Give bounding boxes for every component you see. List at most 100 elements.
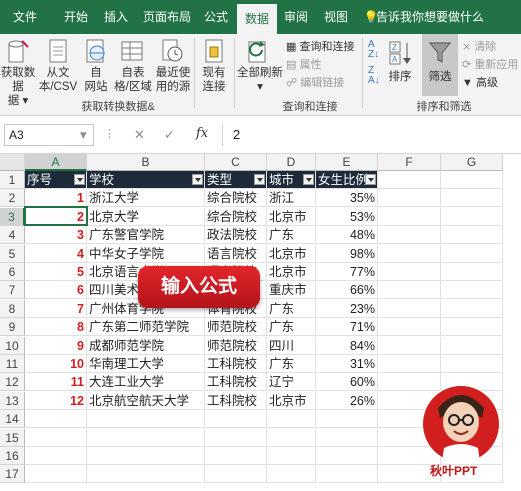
empty-cell[interactable]	[87, 410, 205, 429]
filter-dropdown-icon[interactable]	[303, 174, 314, 185]
refresh-all-button[interactable]: 全部刷新 ▾	[236, 66, 284, 94]
table-cell[interactable]: 工科院校	[205, 391, 267, 410]
table-cell[interactable]: 北京市	[267, 263, 316, 281]
sort-ascending-icon[interactable]: A Z↓	[368, 40, 379, 60]
table-cell[interactable]: 84%	[316, 336, 378, 355]
table-cell[interactable]: 中华女子学院	[87, 244, 205, 263]
table-cell[interactable]: 北京市	[267, 207, 316, 226]
table-cell[interactable]: 综合院校	[205, 207, 267, 226]
table-cell[interactable]: 26%	[316, 391, 378, 410]
table-cell[interactable]: 广东第二师范学院	[87, 318, 205, 337]
empty-cell[interactable]	[441, 207, 503, 226]
empty-cell[interactable]	[205, 447, 267, 465]
column-header-d[interactable]: D	[267, 154, 316, 171]
table-cell[interactable]: 北京大学	[87, 207, 205, 226]
table-cell[interactable]: 8	[25, 318, 87, 337]
advanced-filter-button[interactable]: ▼ 高级	[462, 74, 498, 90]
table-cell[interactable]: 广东	[267, 299, 316, 318]
get-data-button[interactable]: 获取数据据 ▾	[0, 66, 36, 108]
empty-cell[interactable]	[441, 318, 503, 337]
empty-cell[interactable]	[316, 447, 378, 465]
empty-cell[interactable]	[378, 189, 441, 208]
table-cell[interactable]: 66%	[316, 281, 378, 300]
tab-data[interactable]: 数据	[237, 4, 277, 34]
properties-button[interactable]: ▤ 属性	[286, 56, 321, 72]
empty-cell[interactable]	[378, 299, 441, 318]
column-header-g[interactable]: G	[441, 154, 503, 171]
table-header-cell[interactable]: 序号	[25, 171, 87, 189]
row-header-10[interactable]: 10	[0, 336, 25, 355]
table-cell[interactable]: 北京市	[267, 244, 316, 263]
table-header-cell[interactable]: 城市	[267, 171, 316, 189]
empty-cell[interactable]	[25, 428, 87, 447]
empty-cell[interactable]	[441, 226, 503, 245]
from-csv-button[interactable]: 从文 本/CSV	[38, 66, 78, 94]
empty-cell[interactable]	[87, 447, 205, 465]
empty-cell[interactable]	[205, 428, 267, 447]
filter-dropdown-icon[interactable]	[192, 174, 203, 185]
table-cell[interactable]: 71%	[316, 318, 378, 337]
filter-dropdown-icon[interactable]	[365, 174, 376, 185]
row-header-3[interactable]: 3	[0, 207, 25, 226]
row-header-6[interactable]: 6	[0, 263, 25, 281]
empty-cell[interactable]	[316, 428, 378, 447]
insert-function-button[interactable]: fx	[196, 126, 208, 141]
column-header-e[interactable]: E	[316, 154, 378, 171]
table-cell[interactable]: 华南理工大学	[87, 355, 205, 373]
from-table-button[interactable]: 自表 格/区域	[114, 66, 152, 94]
table-cell[interactable]: 广东	[267, 318, 316, 337]
reapply-button[interactable]: ⟳ 重新应用	[462, 56, 518, 72]
empty-cell[interactable]	[441, 171, 503, 189]
table-cell[interactable]: 师范院校	[205, 318, 267, 337]
table-cell[interactable]: 1	[25, 189, 87, 208]
empty-cell[interactable]	[378, 336, 441, 355]
empty-cell[interactable]	[267, 428, 316, 447]
table-header-cell[interactable]: 学校	[87, 171, 205, 189]
tab-review[interactable]: 审阅	[280, 0, 312, 34]
empty-cell[interactable]	[87, 428, 205, 447]
empty-cell[interactable]	[441, 244, 503, 263]
empty-cell[interactable]	[441, 336, 503, 355]
table-cell[interactable]: 60%	[316, 373, 378, 392]
table-cell[interactable]: 重庆市	[267, 281, 316, 300]
table-cell[interactable]: 77%	[316, 263, 378, 281]
table-cell[interactable]: 7	[25, 299, 87, 318]
tab-home[interactable]: 开始	[56, 0, 96, 34]
table-cell[interactable]: 广东	[267, 355, 316, 373]
table-cell[interactable]: 53%	[316, 207, 378, 226]
table-cell[interactable]: 3	[25, 226, 87, 245]
tell-me-box[interactable]: 告诉我你想要做什么	[376, 0, 516, 34]
row-header-16[interactable]: 16	[0, 447, 25, 465]
select-all-corner[interactable]	[0, 154, 25, 171]
empty-cell[interactable]	[87, 465, 205, 484]
tab-page-layout[interactable]: 页面布局	[138, 0, 196, 34]
empty-cell[interactable]	[316, 410, 378, 429]
row-header-2[interactable]: 2	[0, 189, 25, 208]
empty-cell[interactable]	[378, 281, 441, 300]
confirm-icon[interactable]: ✓	[164, 127, 175, 143]
table-header-cell[interactable]: 类型	[205, 171, 267, 189]
row-header-1[interactable]: 1	[0, 171, 25, 189]
empty-cell[interactable]	[441, 189, 503, 208]
row-header-17[interactable]: 17	[0, 465, 25, 484]
empty-cell[interactable]	[441, 263, 503, 281]
empty-cell[interactable]	[378, 171, 441, 189]
table-cell[interactable]: 广东警官学院	[87, 226, 205, 245]
row-header-7[interactable]: 7	[0, 281, 25, 300]
empty-cell[interactable]	[205, 410, 267, 429]
sort-button[interactable]: 排序	[384, 70, 416, 84]
empty-cell[interactable]	[316, 465, 378, 484]
table-cell[interactable]: 工科院校	[205, 355, 267, 373]
column-header-a[interactable]: A	[25, 154, 87, 171]
empty-cell[interactable]	[441, 299, 503, 318]
chevron-down-icon[interactable]: ▾	[80, 127, 87, 143]
table-cell[interactable]: 四川	[267, 336, 316, 355]
existing-connections-button[interactable]: 现有 连接	[198, 66, 230, 94]
empty-cell[interactable]	[267, 410, 316, 429]
empty-cell[interactable]	[25, 465, 87, 484]
filter-dropdown-icon[interactable]	[74, 174, 85, 185]
empty-cell[interactable]	[378, 244, 441, 263]
cancel-icon[interactable]: ✕	[134, 127, 145, 143]
table-cell[interactable]: 4	[25, 244, 87, 263]
column-header-b[interactable]: B	[87, 154, 205, 171]
